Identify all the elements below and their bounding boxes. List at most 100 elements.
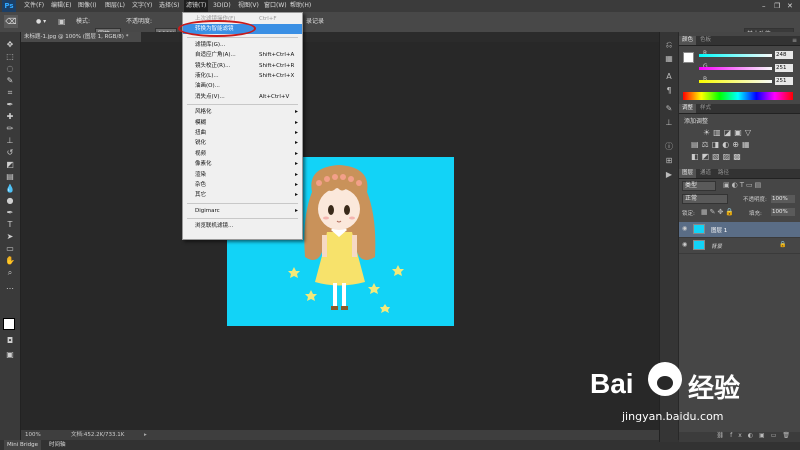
tab-styles[interactable]: 样式 [697, 104, 714, 113]
move-tool-icon[interactable]: ✥ [4, 40, 16, 50]
filter-menu-item[interactable]: 滤镜库(G)... [183, 40, 302, 50]
foreground-color-swatch[interactable] [3, 318, 15, 330]
layer-name[interactable]: 背景 [711, 242, 722, 250]
zoom-tool-icon[interactable]: ⌕ [4, 268, 16, 278]
filter-menu-item[interactable]: 渲染 ▸ [183, 170, 302, 180]
tab-channels[interactable]: 通道 [697, 169, 714, 178]
pen-tool-icon[interactable]: ✒ [4, 208, 16, 218]
filter-menu-item[interactable]: 风格化 ▸ [183, 107, 302, 117]
filter-menu-item[interactable]: 杂色 ▸ [183, 180, 302, 190]
hand-tool-icon[interactable]: ✋ [4, 256, 16, 266]
info-panel-icon[interactable]: ⓘ [664, 142, 674, 152]
b-value[interactable]: 251 [775, 77, 793, 85]
properties-panel-icon[interactable]: ▦ [664, 54, 674, 64]
gradient-tool-icon[interactable]: ▤ [4, 172, 16, 182]
status-menu-arrow-icon[interactable]: ▸ [144, 430, 147, 440]
lock-icons[interactable]: ▦✎✥🔒 [701, 208, 736, 216]
filter-menu-item[interactable]: 扭曲 ▸ [183, 128, 302, 138]
clone-source-icon[interactable]: ⊥ [664, 118, 674, 128]
menu-layer[interactable]: 图层(L) [105, 0, 125, 12]
history-label[interactable]: 录记录 [306, 16, 324, 28]
color-spectrum[interactable] [683, 92, 793, 100]
color-fg-swatch[interactable] [683, 52, 694, 63]
quick-mask-icon[interactable]: ◘ [4, 336, 16, 346]
filter-menu-item[interactable]: 油画(O)... [183, 81, 302, 91]
filter-menu-item[interactable]: Digimarc ▸ [183, 206, 302, 216]
menu-3d[interactable]: 3D(D) [213, 0, 231, 12]
tab-mini-bridge[interactable]: Mini Bridge [4, 440, 41, 450]
menu-image[interactable]: 图像(I) [78, 0, 96, 12]
extra-tools-icon[interactable]: … [4, 282, 16, 292]
filter-menu-item[interactable]: 自适应广角(A)... Shift+Ctrl+A [183, 50, 302, 60]
filter-menu-item[interactable]: 消失点(V)... Alt+Ctrl+V [183, 92, 302, 102]
filter-menu-item[interactable]: 模糊 ▸ [183, 118, 302, 128]
healing-tool-icon[interactable]: ✚ [4, 112, 16, 122]
layer-filter-dropdown[interactable]: 类型 [682, 181, 716, 191]
tab-adjustments[interactable]: 调整 [679, 104, 697, 113]
restore-icon[interactable]: ❐ [774, 0, 780, 12]
screen-mode-icon[interactable]: ▣ [4, 350, 16, 360]
tab-color[interactable]: 颜色 [679, 36, 697, 45]
blur-tool-icon[interactable]: 💧 [4, 184, 16, 194]
type-tool-icon[interactable]: T [4, 220, 16, 230]
menu-file[interactable]: 文件(F) [24, 0, 44, 12]
path-select-tool-icon[interactable]: ➤ [4, 232, 16, 242]
quick-select-tool-icon[interactable]: ✎ [4, 76, 16, 86]
menu-view[interactable]: 视图(V) [238, 0, 259, 12]
minimize-icon[interactable]: – [762, 0, 766, 12]
layer-name[interactable]: 图层 1 [711, 226, 727, 234]
menu-filter[interactable]: 滤镜(T) [184, 0, 209, 12]
filter-menu-item[interactable]: 其它 ▸ [183, 190, 302, 200]
history-panel-icon[interactable]: ⎌ [664, 40, 674, 50]
g-slider[interactable] [699, 67, 772, 70]
menu-edit[interactable]: 编辑(E) [51, 0, 71, 12]
actions-panel-icon[interactable]: ▶ [664, 170, 674, 180]
filter-menu-item[interactable]: 浏览联机滤镜... [183, 221, 302, 231]
tab-timeline[interactable]: 时间轴 [46, 440, 69, 450]
brush-tool-icon[interactable]: ✏ [4, 124, 16, 134]
g-value[interactable]: 251 [775, 64, 793, 72]
eraser-tool-icon[interactable]: ◩ [4, 160, 16, 170]
brush-presets-icon[interactable]: ✎ [664, 104, 674, 114]
visibility-eye-icon[interactable]: ◉ [682, 241, 687, 248]
zoom-level[interactable]: 100% [25, 430, 41, 440]
crop-tool-icon[interactable]: ⌗ [4, 88, 16, 98]
navigator-panel-icon[interactable]: ⊞ [664, 156, 674, 166]
adjustment-icons-row-3[interactable]: ◧◩▧▨▩ [691, 152, 744, 161]
filter-menu-item[interactable]: 镜头校正(R)... Shift+Ctrl+R [183, 61, 302, 71]
r-value[interactable]: 248 [775, 51, 793, 59]
blend-mode-dropdown[interactable]: 正常 [682, 194, 728, 204]
panel-menu-icon[interactable]: ≡ [792, 36, 797, 45]
adjustment-icons-row-1[interactable]: ☀▥◪▣▽ [703, 128, 754, 137]
stamp-tool-icon[interactable]: ⊥ [4, 136, 16, 146]
character-panel-icon[interactable]: A [664, 72, 674, 82]
menu-help[interactable]: 帮助(H) [290, 0, 311, 12]
tab-layers[interactable]: 图层 [679, 169, 697, 178]
layer-row[interactable]: ◉ 背景 🔒 [679, 238, 800, 254]
tab-swatches[interactable]: 色板 [697, 36, 714, 45]
dodge-tool-icon[interactable]: ● [4, 196, 16, 206]
lasso-tool-icon[interactable]: ◌ [4, 64, 16, 74]
close-icon[interactable]: ✕ [787, 0, 793, 12]
paragraph-panel-icon[interactable]: ¶ [664, 86, 674, 96]
marquee-tool-icon[interactable]: ⬚ [4, 52, 16, 62]
menu-window[interactable]: 窗口(W) [264, 0, 287, 12]
layer-filter-icons[interactable]: ▣◐T▭▤ [723, 181, 763, 189]
filter-menu-item[interactable]: 像素化 ▸ [183, 159, 302, 169]
adjustment-icons-row-2[interactable]: ▤⚖◨◐⊕▦ [691, 140, 753, 149]
shape-tool-icon[interactable]: ▭ [4, 244, 16, 254]
b-slider[interactable] [699, 80, 772, 83]
filter-menu-item[interactable]: 视频 ▸ [183, 149, 302, 159]
layer-row[interactable]: ◉ 图层 1 [679, 222, 800, 238]
menu-select[interactable]: 选择(S) [159, 0, 180, 12]
history-brush-tool-icon[interactable]: ↺ [4, 148, 16, 158]
visibility-eye-icon[interactable]: ◉ [682, 225, 687, 232]
tab-paths[interactable]: 路径 [715, 169, 732, 178]
r-slider[interactable] [699, 54, 772, 57]
menu-type[interactable]: 文字(Y) [132, 0, 152, 12]
brush-panel-icon[interactable]: ▣ [58, 16, 68, 28]
layer-opacity-input[interactable]: 100% [771, 195, 795, 203]
filter-menu-item[interactable]: 液化(L)... Shift+Ctrl+X [183, 71, 302, 81]
eraser-tool-preset-icon[interactable]: ⌫ [4, 15, 18, 28]
eyedropper-tool-icon[interactable]: ✒ [4, 100, 16, 110]
